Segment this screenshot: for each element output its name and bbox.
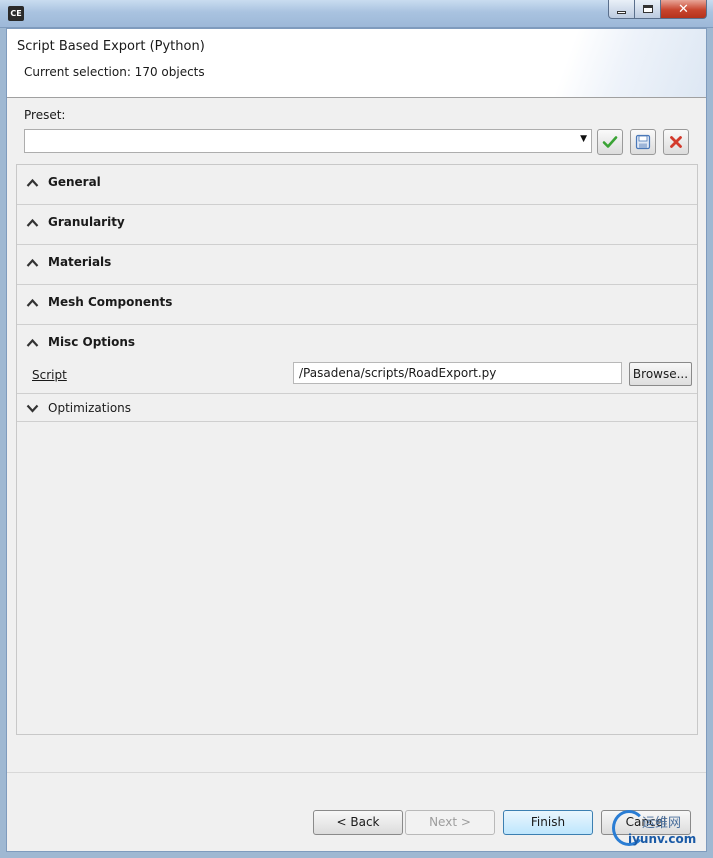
- watermark: 运维网 iyunv.com: [612, 810, 708, 852]
- minimize-button[interactable]: [608, 0, 635, 19]
- close-icon: ✕: [678, 1, 689, 17]
- dialog-header: Script Based Export (Python) Current sel…: [7, 29, 706, 98]
- floppy-disk-icon: [635, 134, 651, 150]
- footer-separator: [7, 772, 706, 773]
- minimize-icon: [617, 10, 626, 14]
- apply-preset-button[interactable]: [597, 129, 623, 155]
- section-label: General: [48, 175, 101, 189]
- section-general[interactable]: General: [17, 165, 697, 205]
- close-button[interactable]: ✕: [661, 0, 707, 19]
- section-label: Materials: [48, 255, 112, 269]
- section-label: Optimizations: [48, 401, 132, 415]
- back-button[interactable]: < Back: [313, 810, 403, 835]
- browse-button[interactable]: Browse...: [629, 362, 692, 386]
- finish-button[interactable]: Finish: [503, 810, 593, 835]
- section-granularity[interactable]: Granularity: [17, 205, 697, 245]
- section-label: Misc Options: [48, 335, 136, 349]
- chevron-down-icon: [26, 404, 39, 413]
- dropdown-arrow-icon: ▼: [580, 134, 587, 144]
- x-icon: [670, 136, 682, 148]
- script-path-input[interactable]: /Pasadena/scripts/RoadExport.py: [293, 362, 622, 384]
- section-optimizations[interactable]: Optimizations: [17, 394, 697, 422]
- section-label: Granularity: [48, 215, 125, 229]
- section-mesh-components[interactable]: Mesh Components: [17, 285, 697, 325]
- script-label[interactable]: Script: [32, 368, 67, 382]
- chevron-up-icon: [26, 178, 39, 187]
- header-decoration: [496, 29, 706, 97]
- check-icon: [602, 136, 618, 148]
- dialog-frame: Script Based Export (Python) Current sel…: [6, 28, 707, 852]
- watermark-text: 运维网: [642, 816, 682, 831]
- preset-label: Preset:: [24, 108, 66, 122]
- chevron-up-icon: [26, 298, 39, 307]
- chevron-up-icon: [26, 258, 39, 267]
- section-label: Mesh Components: [48, 295, 173, 309]
- chevron-up-icon: [26, 338, 39, 347]
- dialog-title: Script Based Export (Python): [17, 39, 205, 54]
- app-logo-icon: CE: [8, 6, 24, 21]
- save-preset-button[interactable]: [630, 129, 656, 155]
- window-titlebar[interactable]: CE ✕: [0, 0, 713, 28]
- maximize-icon: [642, 5, 653, 13]
- script-row: Script /Pasadena/scripts/RoadExport.py B…: [17, 356, 697, 394]
- chevron-up-icon: [26, 218, 39, 227]
- preset-dropdown[interactable]: ▼: [24, 129, 592, 153]
- section-materials[interactable]: Materials: [17, 245, 697, 285]
- next-button[interactable]: Next >: [405, 810, 495, 835]
- window-controls: ✕: [608, 0, 707, 19]
- section-misc-options[interactable]: Misc Options: [17, 325, 697, 356]
- maximize-button[interactable]: [635, 0, 661, 19]
- options-panel: General Granularity Materials Mesh Compo…: [16, 164, 698, 735]
- current-selection-text: Current selection: 170 objects: [24, 65, 205, 79]
- delete-preset-button[interactable]: [663, 129, 689, 155]
- watermark-url: iyunv.com: [628, 832, 697, 846]
